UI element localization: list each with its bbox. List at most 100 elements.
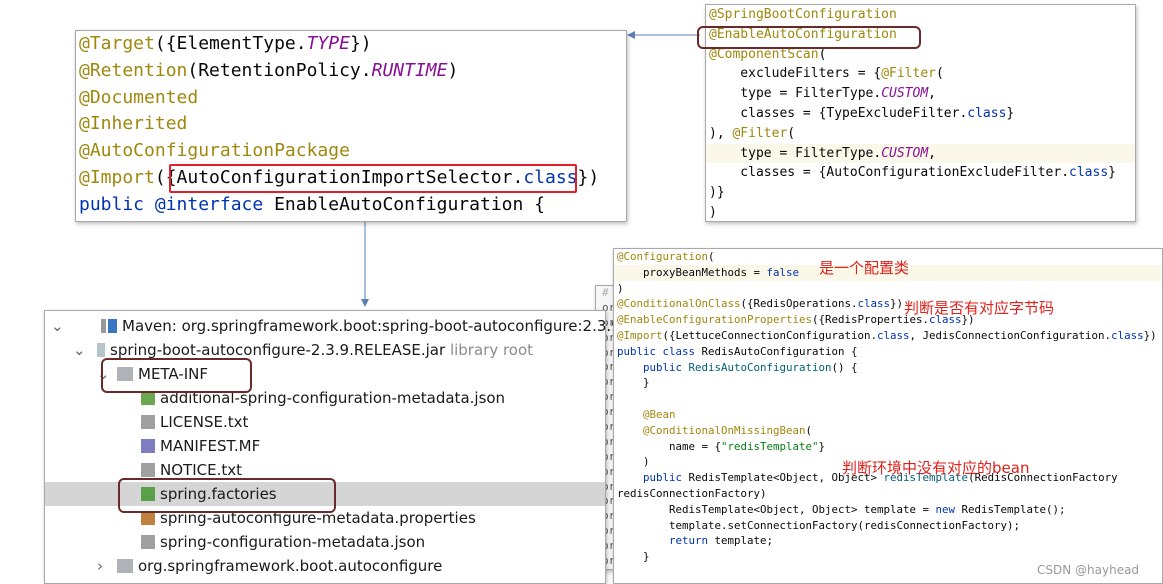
chevron-down-icon[interactable]: ⌄ [45,314,101,338]
code-token: RedisAutoConfiguration [688,360,832,374]
code-token: } [1006,105,1015,121]
code-token: ) [617,455,650,469]
spring-boot-application-code-panel: @SpringBootConfiguration @EnableAutoConfi… [697,4,1136,222]
tree-item-file[interactable]: spring-configuration-metadata.json [45,530,605,554]
code-token: TYPE [306,33,350,54]
code-token: EnableAutoConfiguration { [274,193,546,215]
chevron-down-icon[interactable]: ⌄ [73,338,97,362]
code-line: @Retention(RetentionPolicy.RUNTIME) [76,58,626,85]
import-selector-highlight [169,164,577,193]
code-token: ), [709,125,733,141]
code-token: )} [709,185,725,201]
code-line: classes = {AutoConfigurationExcludeFilte… [706,163,1135,183]
code-token: (RetentionPolicy. [187,59,372,81]
code-token: ( [708,250,715,263]
code-token: @Filter [732,125,788,141]
file-icon [141,463,155,477]
code-token: CUSTOM [881,86,929,102]
code-token: class [877,328,910,342]
code-token: RedisTemplate<Object, Object> template = [617,502,936,516]
tree-item-package[interactable]: › org.springframework.boot.autoconfigure [45,554,605,578]
code-token: public [617,471,689,485]
code-line: return template; [614,533,1162,549]
code-token: @Filter [881,66,936,82]
code-line: @AutoConfigurationPackage [76,138,626,165]
code-token: }) [890,297,904,311]
code-token: type = FilterType. [709,145,882,161]
code-token: @Bean [617,407,676,421]
code-token: type = FilterType. [709,86,882,102]
code-token: name = { [617,439,722,453]
code-token: class [857,297,891,311]
code-token: return [617,534,715,548]
file-icon [141,415,155,429]
tree-label: LICENSE.txt [160,413,249,431]
code-token: ({ElementType. [154,33,307,54]
code-line: @SpringBootConfiguration [706,5,1135,25]
tree-label: spring-boot-autoconfigure-2.3.9.RELEASE.… [110,341,446,359]
redis-auto-configuration-code-panel: @Configuration( proxyBeanMethods = false… [613,248,1163,584]
tree-label: org.springframework.boot.autoconfigure [138,557,443,575]
code-token: @SpringBootConfiguration [709,7,897,22]
code-token: public class [617,344,702,358]
code-token: @Retention [79,59,188,81]
code-line: type = FilterType.CUSTOM, [706,143,1135,164]
code-token: ({LettuceConnectionConfiguration. [662,328,878,342]
chevron-right-icon[interactable]: › [97,554,117,578]
tree-item-file[interactable]: MANIFEST.MF [45,434,605,458]
project-tree-panel: ⌄ Maven: org.springframework.boot:spring-… [44,310,693,584]
code-line: )} [706,183,1135,203]
code-token: proxyBeanMethods = [617,265,767,279]
code-token: @Target [79,33,155,54]
file-icon [141,391,155,405]
code-token: @ConditionalOnClass [617,297,741,311]
code-line: type = FilterType.CUSTOM, [706,84,1135,104]
tree-item-maven-library[interactable]: ⌄ Maven: org.springframework.boot:spring-… [45,314,693,338]
arrowhead-down [361,299,369,307]
file-icon [141,535,155,549]
code-token: ({RedisOperations. [740,297,858,311]
code-token: } [1108,165,1116,181]
code-line: classes = {TypeExcludeFilter.class} [706,104,1135,124]
code-token: ) [617,281,624,295]
spring-factories-highlight [118,478,336,513]
tree-label: NOTICE.txt [160,461,242,479]
code-token: ) [447,59,459,81]
code-line: name = {"redisTemplate"} [614,439,1162,455]
code-token: @ConditionalOnMissingBean [617,423,806,437]
code-line: @Inherited [76,111,626,138]
code-line: public RedisAutoConfiguration() { [614,360,1162,376]
code-token: @Import [79,166,155,188]
code-token: ( [787,125,796,141]
code-token: }) [577,166,600,188]
callout-has-bytecode: 判断是否有对应字节码 [904,299,1055,317]
code-line: RedisTemplate<Object, Object> template =… [614,502,1162,518]
code-token: false [766,265,800,279]
tree-label: spring-configuration-metadata.json [160,533,426,551]
code-token: classes = {TypeExcludeFilter. [709,105,968,121]
enable-auto-configuration-code-panel: @Target({ElementType.TYPE}) @Retention(Re… [75,30,627,222]
file-icon [141,511,155,525]
code-token: RUNTIME [371,59,448,81]
code-token: ( [935,66,944,82]
code-token: } [818,439,826,453]
code-line: } [614,375,1162,391]
code-token: () { [831,360,858,374]
code-token: ) [709,204,717,220]
code-token: public @interface [79,193,275,215]
code-token: , [928,86,936,102]
code-line: @EnableConfigurationProperties({RedisPro… [614,312,1162,328]
code-token: new [935,502,962,516]
code-token: , JedisConnectionConfiguration. [909,328,1112,342]
file-icon [141,439,155,453]
code-token: }) [349,33,372,54]
code-token: @Import [617,328,663,342]
code-token: @EnableConfigurationProperties [617,313,813,327]
arrowhead-left [627,31,635,39]
code-line: @ConditionalOnClass({RedisOperations.cla… [614,296,1162,312]
tree-item-file[interactable]: LICENSE.txt [45,410,605,434]
code-line: @ConditionalOnMissingBean( [614,423,1162,439]
tree-label: MANIFEST.MF [160,437,261,455]
code-line: ), @Filter( [706,124,1135,144]
